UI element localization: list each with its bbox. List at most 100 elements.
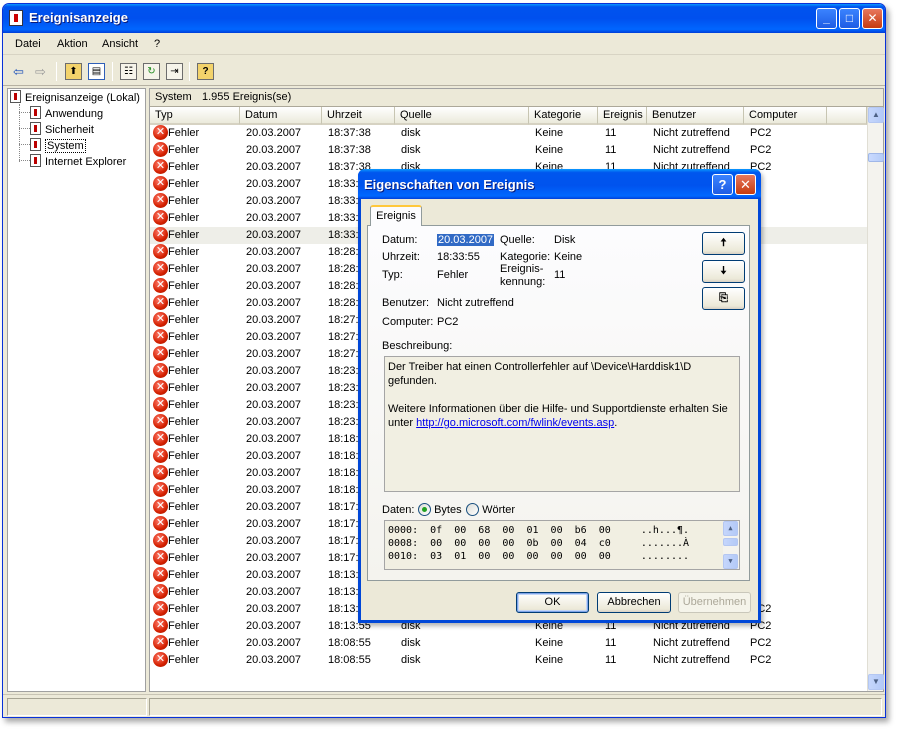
forward-arrow-icon[interactable]: ⇨ [32,63,49,80]
hex-scroll-up-button[interactable]: ▲ [723,521,738,536]
cell-datum: 20.03.2007 [246,331,302,343]
scroll-up-button[interactable]: ▲ [868,107,884,123]
cell-datum: 20.03.2007 [246,263,302,275]
cell-uhrzeit: 18:17: [328,552,359,564]
event-properties-dialog: Eigenschaften von Ereignis ? ✕ Ereignis … [358,169,761,623]
cell-uhrzeit: 18:18: [328,450,359,462]
cancel-button[interactable]: Abbrechen [597,592,671,613]
title-bar[interactable]: Ereignisanzeige _ □ ✕ [3,4,885,33]
event-viewer-node-icon [10,90,21,103]
cell-kategorie: Keine [535,144,564,156]
cell-datum: 20.03.2007 [246,314,302,326]
bytes-radio[interactable]: Bytes [418,503,462,516]
radio-selected-icon [418,503,431,516]
dialog-help-button[interactable]: ? [712,174,733,195]
computer-label: Computer: [382,316,434,328]
tree-item-sicherheit[interactable]: Sicherheit [30,122,94,138]
dialog-close-button[interactable]: ✕ [735,174,756,195]
properties-icon[interactable]: ☷ [120,63,137,80]
menu-help[interactable]: ? [154,38,160,50]
minimize-button[interactable]: _ [816,8,837,29]
cell-uhrzeit: 18:27: [328,331,359,343]
log-name: System [155,91,192,103]
next-event-button[interactable]: 🠇 [702,260,745,283]
dialog-title-bar[interactable]: Eigenschaften von Ereignis ? ✕ [358,169,761,199]
hex-line: 0008: 00 00 00 00 0b 00 04 c0 .......À [388,538,690,549]
column-header-ereignis[interactable]: Ereignis [598,107,647,125]
log-file-icon [30,154,41,167]
error-icon: ✕ [153,193,168,208]
export-list-icon[interactable]: ⇥ [166,63,183,80]
error-icon: ✕ [153,499,168,514]
error-icon: ✕ [153,278,168,293]
tree-item-anwendung[interactable]: Anwendung [30,106,103,122]
cell-quelle: disk [401,127,421,139]
column-header-typ[interactable]: Typ [150,107,240,125]
column-header-datum[interactable]: Datum [240,107,322,125]
table-row[interactable]: ✕ Fehler 20.03.2007 18:08:55 disk Keine 11 Nich… [150,652,867,669]
error-icon: ✕ [153,533,168,548]
column-header-benutzer[interactable]: Benutzer [647,107,744,125]
apply-button[interactable]: Übernehmen [678,592,751,613]
tree-item-label: Internet Explorer [45,156,127,168]
table-row[interactable]: ✕ Fehler 20.03.2007 18:37:38 disk Keine 11 Nich… [150,142,867,159]
cell-datum: 20.03.2007 [246,127,302,139]
maximize-button[interactable]: □ [839,8,860,29]
copy-button[interactable]: ⎘ [702,287,745,310]
hex-scroll-down-button[interactable]: ▼ [723,554,738,569]
list-header: System 1.955 Ereignis(se) [150,89,883,107]
up-folder-icon[interactable]: ⬆ [65,63,82,80]
column-header-quelle[interactable]: Quelle [395,107,529,125]
show-hide-tree-icon[interactable]: ▤ [88,63,105,80]
ereigniskennung-label-line1: Ereignis- [500,263,544,275]
cell-datum: 20.03.2007 [246,603,302,615]
cell-uhrzeit: 18:18: [328,484,359,496]
cell-datum: 20.03.2007 [246,178,302,190]
help-icon[interactable]: ? [197,63,214,80]
cell-uhrzeit: 18:17: [328,535,359,547]
error-icon: ✕ [153,635,168,650]
tree-item-internet-explorer[interactable]: Internet Explorer [30,154,126,170]
description-box[interactable]: Der Treiber hat einen Controllerfehler a… [384,356,740,492]
list-scrollbar[interactable]: ▲ ▼ [867,107,884,691]
cell-uhrzeit: 18:17: [328,518,359,530]
cell-uhrzeit: 18:13: [328,586,359,598]
error-icon: ✕ [153,142,168,157]
table-row[interactable]: ✕ Fehler 20.03.2007 18:08:55 disk Keine 11 Nich… [150,635,867,652]
back-arrow-icon[interactable]: ⇦ [10,63,27,80]
woerter-radio[interactable]: Wörter [466,503,515,516]
error-icon: ✕ [153,397,168,412]
previous-event-button[interactable]: 🠅 [702,232,745,255]
cell-datum: 20.03.2007 [246,280,302,292]
table-row[interactable]: ✕ Fehler 20.03.2007 18:37:38 disk Keine 11 Nich… [150,125,867,142]
refresh-icon[interactable]: ↻ [143,63,160,80]
benutzer-value: Nicht zutreffend [437,297,514,309]
menu-ansicht[interactable]: Ansicht [102,38,138,50]
column-header-uhrzeit[interactable]: Uhrzeit [322,107,395,125]
dialog-title: Eigenschaften von Ereignis [364,177,535,192]
menu-aktion[interactable]: Aktion [57,38,88,50]
hex-scroll-thumb[interactable] [723,538,738,546]
hex-scrollbar[interactable]: ▲ ▼ [723,521,739,569]
cell-uhrzeit: 18:33: [328,212,359,224]
cell-typ: Fehler [168,246,200,258]
scroll-down-button[interactable]: ▼ [868,674,884,690]
woerter-label: Wörter [482,504,516,516]
ok-button[interactable]: OK [516,592,589,613]
close-button[interactable]: ✕ [862,8,883,29]
scroll-thumb[interactable] [868,153,884,162]
help-link[interactable]: http://go.microsoft.com/fwlink/events.as… [416,417,614,429]
tree-line [19,160,30,161]
description-line-2: Weitere Informationen über die Hilfe- un… [388,403,728,415]
tree-item-system[interactable]: System [30,138,86,154]
tree-root[interactable]: Ereignisanzeige (Lokal) [10,90,140,106]
error-icon: ✕ [153,550,168,565]
data-hex-box[interactable]: 0000: 0f 00 68 00 01 00 b6 00 ..h...¶. 0… [384,520,740,570]
cell-typ: Fehler [168,263,200,275]
column-header-kategorie[interactable]: Kategorie [529,107,598,125]
cell-uhrzeit: 18:23: [328,365,359,377]
menu-datei[interactable]: Datei [15,38,41,50]
cell-datum: 20.03.2007 [246,365,302,377]
column-header-computer[interactable]: Computer [744,107,827,125]
tab-ereignis[interactable]: Ereignis [370,205,422,226]
